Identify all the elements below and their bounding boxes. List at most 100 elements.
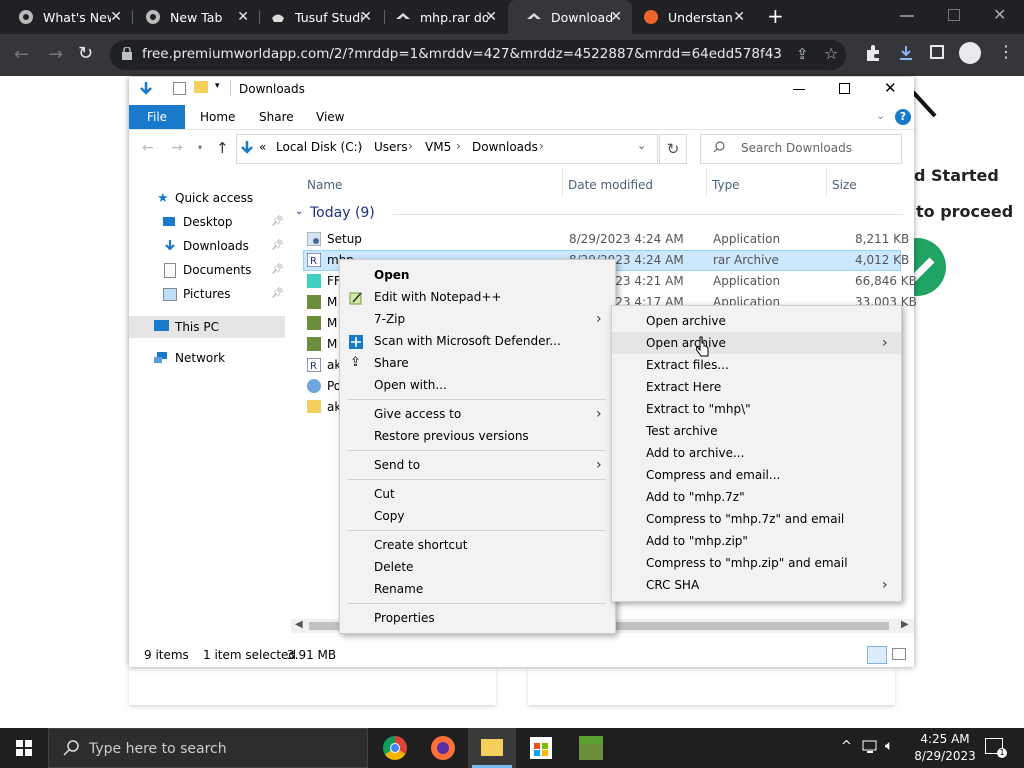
profile-avatar-icon[interactable] [959,42,981,64]
large-icons-view-icon[interactable] [892,648,906,660]
minecraft-taskbar-icon[interactable] [579,736,603,760]
chrome-taskbar-icon[interactable] [383,736,407,760]
back-arrow-icon[interactable]: ← [14,44,29,65]
nav-item-desktop[interactable]: Desktop 📌︎ [163,215,285,233]
help-icon[interactable]: ? [895,109,911,125]
windows-start-icon[interactable] [16,740,32,756]
menu-item-rename[interactable]: Rename [340,578,615,600]
tab-understanding[interactable]: Understan ✕ [625,0,755,34]
file-explorer-taskbar-button[interactable] [468,728,516,768]
tab-view[interactable]: View [316,110,344,124]
table-row[interactable]: ak [303,397,341,418]
download-icon[interactable] [897,44,915,62]
maximize-icon[interactable] [839,83,850,94]
nav-network[interactable]: Network [154,351,284,369]
table-row[interactable]: R ak [303,355,341,376]
breadcrumb-local-disk[interactable]: Local Disk (C:) [276,140,362,154]
nav-quick-access[interactable]: ★ Quick access [157,191,285,209]
zip-item-open-archive[interactable]: Open archive [612,310,901,332]
up-arrow-icon[interactable]: ↑ [216,139,229,157]
scroll-left-icon[interactable]: ◀ [295,619,303,630]
breadcrumb-overflow[interactable]: « [259,140,266,154]
menu-item-7zip[interactable]: 7-Zip › [340,308,615,330]
clock-time[interactable]: 4:25 AM [915,732,975,746]
menu-item-send-to[interactable]: Send to › [340,454,615,476]
address-bar[interactable]: free.premiumworldapp.com/2/?mrddp=1&mrdd… [110,40,846,70]
group-header-today[interactable]: ⌄ Today (9) [295,205,905,225]
minimize-icon[interactable] [793,89,805,90]
menu-item-edit-notepad[interactable]: Edit with Notepad++ [340,286,615,308]
window-close-icon[interactable]: ✕ [993,5,1006,24]
tab-whats-new[interactable]: What's New ✕ [0,0,132,34]
breadcrumb-users[interactable]: Users [374,140,408,154]
quick-access-dropdown-icon[interactable]: ▾ [215,81,220,91]
close-icon[interactable]: ✕ [110,9,122,25]
zip-item-extract-here[interactable]: Extract Here [612,376,901,398]
details-view-icon[interactable] [867,646,887,664]
column-size[interactable]: Size [832,178,857,192]
zip-item-compress-email[interactable]: Compress and email... [612,464,901,486]
reload-icon[interactable]: ↻ [78,43,93,64]
table-row[interactable]: M [303,334,337,355]
folder-icon[interactable] [194,81,208,93]
store-taskbar-icon[interactable] [530,737,552,759]
clock-date[interactable]: 8/29/2023 [910,749,980,763]
taskbar-search-box[interactable]: Type here to search [48,728,368,768]
table-row[interactable]: Po [303,376,341,397]
breadcrumb-vm5[interactable]: VM5 [425,140,451,154]
zip-item-crc-sha[interactable]: CRC SHA › [612,574,901,596]
more-menu-icon[interactable]: ⋮ [998,42,1014,61]
zip-item-test-archive[interactable]: Test archive [612,420,901,442]
close-icon[interactable]: ✕ [485,9,497,25]
share-icon[interactable]: ⇪ [796,45,809,63]
minimize-icon[interactable] [900,15,914,17]
nav-this-pc[interactable]: This PC [129,316,285,338]
restore-icon[interactable] [948,9,960,21]
new-tab-plus-icon[interactable]: + [767,6,784,26]
breadcrumb-downloads[interactable]: Downloads [472,140,538,154]
search-box[interactable]: Search Downloads [700,134,902,164]
menu-item-properties[interactable]: Properties [340,607,615,629]
star-icon[interactable]: ☆ [824,44,838,63]
nav-item-documents[interactable]: Documents 📌︎ [163,263,285,281]
menu-item-open[interactable]: Open [340,264,615,286]
scroll-right-icon[interactable]: ▶ [901,619,909,630]
close-icon[interactable]: ✕ [237,9,249,25]
back-arrow-icon[interactable]: ← [142,140,154,156]
menu-item-open-with[interactable]: Open with... [340,374,615,396]
chevron-up-icon[interactable]: ^ [841,739,852,754]
menu-item-cut[interactable]: Cut [340,483,615,505]
tab-tusuf-studio[interactable]: Tusuf Studi ✕ [252,0,382,34]
tab-share[interactable]: Share [259,110,294,124]
extensions-icon[interactable] [864,44,882,62]
menu-item-create-shortcut[interactable]: Create shortcut [340,534,615,556]
menu-item-restore[interactable]: Restore previous versions [340,425,615,447]
zip-item-add-7z[interactable]: Add to "mhp.7z" [612,486,901,508]
properties-checkbox-icon[interactable] [173,82,186,95]
zip-item-compress-7z-email[interactable]: Compress to "mhp.7z" and email [612,508,901,530]
menu-item-give-access[interactable]: Give access to › [340,403,615,425]
firefox-taskbar-icon[interactable] [431,736,455,760]
nav-item-downloads[interactable]: Downloads 📌︎ [163,239,285,257]
ribbon-expand-icon[interactable]: ⌄ [876,109,885,122]
forward-arrow-icon[interactable]: → [48,44,63,65]
tab-file[interactable]: File [129,105,185,129]
column-date[interactable]: Date modified [568,178,653,192]
tab-new-tab[interactable]: New Tab ✕ [127,0,259,34]
breadcrumb[interactable]: « Local Disk (C:) › Users › VM5 › Downlo… [236,134,658,164]
address-dropdown-icon[interactable]: ⌄ [637,139,646,152]
zip-item-open-archive-sub[interactable]: Open archive › [612,332,901,354]
zip-item-extract-files[interactable]: Extract files... [612,354,901,376]
column-name[interactable]: Name [307,178,342,192]
close-icon[interactable]: ✕ [884,79,897,97]
nav-item-pictures[interactable]: Pictures 📌︎ [163,287,285,305]
column-type[interactable]: Type [712,178,740,192]
tab-mhp-rar[interactable]: mhp.rar do ✕ [377,0,507,34]
tab-home[interactable]: Home [200,110,235,124]
menu-item-defender[interactable]: Scan with Microsoft Defender... [340,330,615,352]
forward-arrow-icon[interactable]: → [171,140,183,156]
close-icon[interactable]: ✕ [610,9,622,25]
menu-item-copy[interactable]: Copy [340,505,615,527]
zip-item-add-zip[interactable]: Add to "mhp.zip" [612,530,901,552]
network-icon[interactable] [862,740,878,754]
